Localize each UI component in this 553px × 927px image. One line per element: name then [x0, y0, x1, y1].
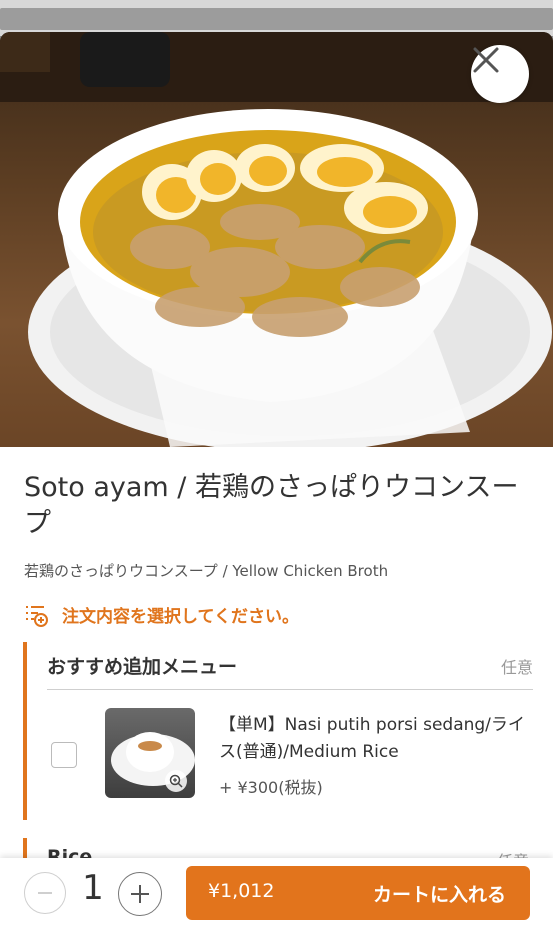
selection-notice: 注文内容を選択してください。	[24, 602, 299, 627]
optional-label: 任意	[500, 658, 533, 677]
cart-price: ¥1,012	[208, 880, 275, 902]
option-item-medium-rice[interactable]: 【単M】Nasi putih porsi sedang/ライス(普通)/Medi…	[47, 708, 533, 804]
quantity-increase-button[interactable]	[118, 872, 162, 916]
soup-bowl-image	[0, 32, 553, 447]
option-group-recommended: おすすめ追加メニュー 任意 【単M】Nasi putih porsi sedan…	[23, 642, 533, 820]
close-button[interactable]	[471, 45, 529, 103]
quantity-decrease-button[interactable]	[24, 872, 66, 914]
rice-thumbnail[interactable]	[105, 708, 195, 798]
selection-notice-text: 注文内容を選択してください。	[62, 607, 299, 627]
quantity-value: 1	[82, 868, 104, 908]
plus-icon	[131, 885, 149, 903]
add-to-cart-button[interactable]: ¥1,012 カートに入れる	[186, 866, 530, 920]
item-detail-sheet: Soto ayam / 若鶏のさっぱりウコンスープ 若鶏のさっぱりウコンスープ …	[0, 32, 553, 927]
minus-icon	[38, 892, 52, 894]
option-group-title: おすすめ追加メニュー	[47, 656, 238, 678]
dish-photo	[0, 32, 553, 447]
option-group-header: おすすめ追加メニュー 任意	[47, 646, 533, 690]
add-to-cart-label: カートに入れる	[372, 884, 506, 906]
option-item-price: + ¥300(税抜)	[219, 778, 323, 797]
dish-title: Soto ayam / 若鶏のさっぱりウコンスープ	[24, 472, 519, 539]
backdrop	[0, 0, 553, 36]
zoom-icon[interactable]	[165, 770, 187, 792]
close-icon	[473, 47, 499, 73]
list-plus-icon	[26, 605, 48, 627]
dish-subtitle: 若鶏のさっぱりウコンスープ / Yellow Chicken Broth	[24, 562, 389, 580]
backdrop-strip	[0, 8, 553, 30]
option-item-name: 【単M】Nasi putih porsi sedang/ライス(普通)/Medi…	[219, 715, 525, 762]
option-checkbox[interactable]	[51, 742, 77, 768]
order-footer: 1 ¥1,012 カートに入れる	[0, 858, 553, 927]
